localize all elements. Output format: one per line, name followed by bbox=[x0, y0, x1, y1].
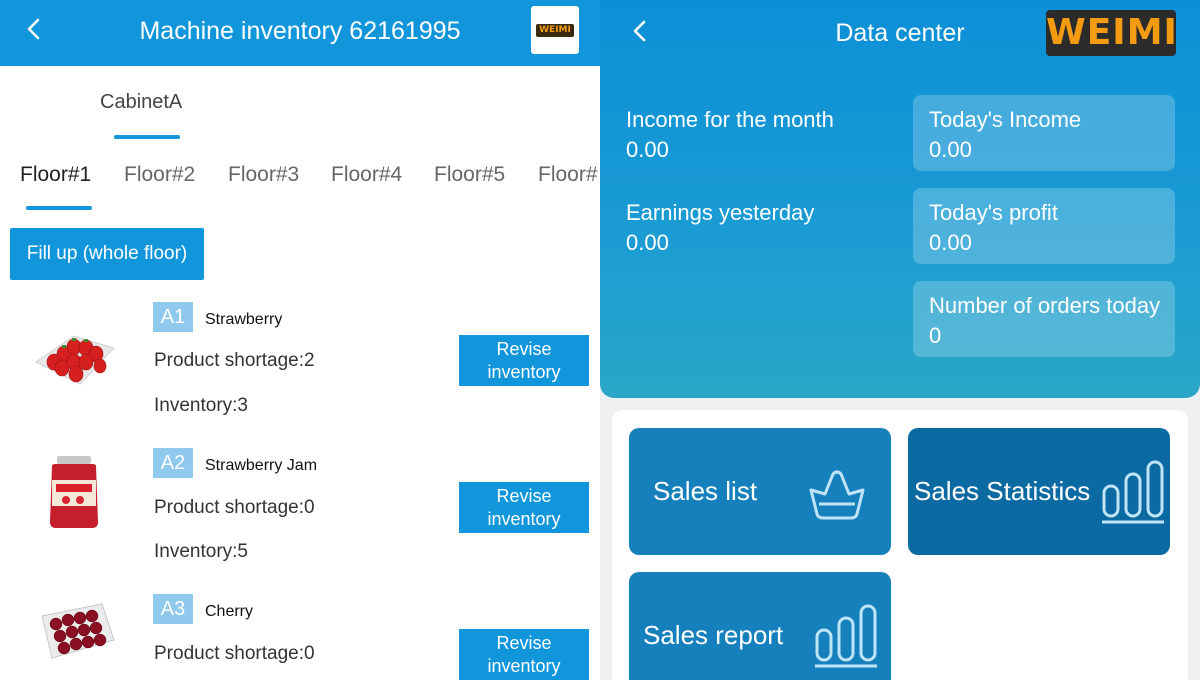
menu-panel: Sales list Sales Statistics Sales report bbox=[612, 410, 1188, 680]
product-name: Strawberry Jam bbox=[205, 457, 318, 474]
product-name: Cherry bbox=[205, 603, 254, 620]
strawberry-image bbox=[35, 335, 115, 385]
bar-chart-icon bbox=[1102, 460, 1164, 524]
product-inventory: Inventory:5 bbox=[154, 541, 248, 562]
revise-inventory-button[interactable]: Revise inventory bbox=[459, 629, 589, 680]
basket-icon bbox=[809, 470, 865, 520]
today-income-value: 0.00 bbox=[929, 137, 972, 162]
floor-tab-indicator bbox=[26, 206, 92, 210]
orders-today-value: 0 bbox=[929, 323, 942, 348]
today-profit-label: Today's profit bbox=[929, 200, 1058, 225]
revise-label-line1: Revise bbox=[496, 632, 552, 653]
cherry-image bbox=[41, 603, 115, 659]
today-profit-card: Today's profit 0.00 bbox=[913, 188, 1175, 264]
today-income-label: Today's Income bbox=[929, 107, 1082, 132]
brand-logo: WEIMI bbox=[1046, 10, 1177, 56]
bar-chart-icon bbox=[815, 604, 877, 668]
tab-floor-4[interactable]: Floor#4 bbox=[331, 163, 402, 187]
chevron-left-icon bbox=[633, 20, 646, 42]
tab-floor-3[interactable]: Floor#3 bbox=[228, 163, 299, 187]
sales-report-button[interactable]: Sales report bbox=[629, 572, 891, 680]
today-profit-value: 0.00 bbox=[929, 230, 972, 255]
today-income-card: Today's Income 0.00 bbox=[913, 95, 1175, 171]
fill-up-floor-button[interactable]: Fill up (whole floor) bbox=[10, 228, 204, 280]
sales-statistics-button[interactable]: Sales Statistics bbox=[908, 428, 1170, 555]
data-center-screen: Data center WEIMI Income for the month 0… bbox=[600, 0, 1200, 680]
product-shortage: Product shortage:0 bbox=[154, 497, 315, 518]
tab-floor-2[interactable]: Floor#2 bbox=[124, 163, 195, 187]
jam-jar-image bbox=[50, 456, 98, 528]
slot-badge: A2 bbox=[153, 448, 193, 478]
revise-label-line2: inventory bbox=[487, 655, 561, 676]
product-inventory: Inventory:3 bbox=[154, 395, 248, 416]
back-button[interactable] bbox=[630, 16, 650, 53]
tab-floor-5[interactable]: Floor#5 bbox=[434, 163, 505, 187]
revise-inventory-button[interactable]: Revise inventory bbox=[459, 335, 589, 386]
machine-inventory-screen: Machine inventory 62161995 WEIMI Cabinet… bbox=[0, 0, 600, 680]
header-bar: Machine inventory 62161995 WEIMI bbox=[0, 0, 600, 66]
sales-statistics-label: Sales Statistics bbox=[914, 476, 1091, 506]
yesterday-earnings-label: Earnings yesterday bbox=[626, 200, 815, 225]
slot-badge: A3 bbox=[153, 594, 193, 624]
yesterday-earnings-value: 0.00 bbox=[626, 230, 669, 255]
sales-list-label: Sales list bbox=[653, 476, 758, 506]
product-name: Strawberry bbox=[205, 311, 283, 328]
month-income-label: Income for the month bbox=[626, 107, 834, 132]
sales-list-button[interactable]: Sales list bbox=[629, 428, 891, 555]
revise-label-line2: inventory bbox=[487, 508, 561, 529]
page-title: Machine inventory 62161995 bbox=[139, 17, 461, 45]
revise-label-line1: Revise bbox=[496, 338, 552, 359]
tab-floor-6[interactable]: Floor# bbox=[538, 163, 598, 187]
product-shortage: Product shortage:0 bbox=[154, 643, 315, 664]
orders-today-card: Number of orders today 0 bbox=[913, 281, 1175, 357]
slot-badge: A1 bbox=[153, 302, 193, 332]
orders-today-label: Number of orders today bbox=[929, 293, 1161, 318]
tab-floor-1[interactable]: Floor#1 bbox=[20, 163, 91, 187]
cabinet-tab-indicator bbox=[114, 135, 180, 139]
stats-header: Data center WEIMI Income for the month 0… bbox=[600, 0, 1200, 398]
brand-logo: WEIMI bbox=[531, 6, 579, 54]
chevron-left-icon bbox=[27, 18, 40, 40]
tab-cabinet-a[interactable]: CabinetA bbox=[100, 91, 182, 114]
logo-text: WEIMI bbox=[536, 24, 574, 37]
back-button[interactable] bbox=[24, 14, 44, 51]
revise-label-line2: inventory bbox=[487, 361, 561, 382]
sales-report-label: Sales report bbox=[643, 620, 784, 650]
revise-label-line1: Revise bbox=[496, 485, 552, 506]
revise-inventory-button[interactable]: Revise inventory bbox=[459, 482, 589, 533]
product-shortage: Product shortage:2 bbox=[154, 350, 315, 371]
month-income-value: 0.00 bbox=[626, 137, 669, 162]
